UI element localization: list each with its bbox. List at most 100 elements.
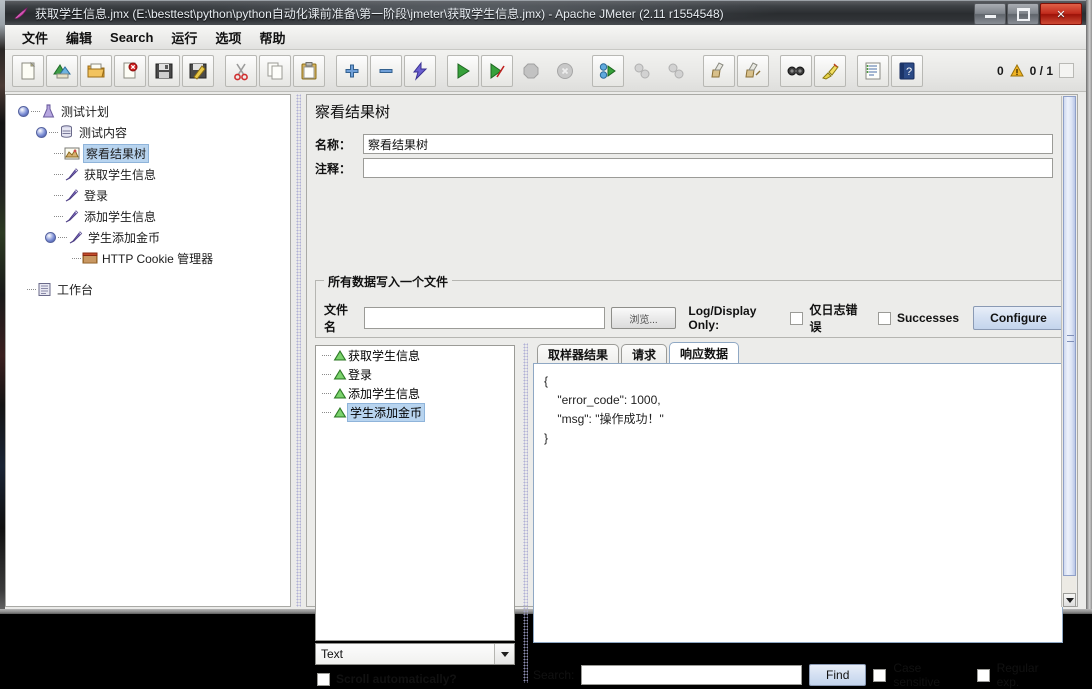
expand-toggle-icon[interactable] [18,106,29,117]
search-input[interactable] [581,665,803,685]
tree-node-label: 测试内容 [79,126,128,140]
tree-node-sampler-4[interactable]: 学生添加金币 [14,227,290,248]
function-helper-icon[interactable] [857,54,889,87]
test-plan-tree-pane[interactable]: 测试计划 测试内容 察看结果树 获取学生信息 登录 添加学生信息 学生添加金币 … [5,94,291,607]
expand-toggle-icon[interactable] [36,127,47,138]
menu-search[interactable]: Search [101,27,162,48]
scroll-automatically-checkbox[interactable] [317,672,330,686]
find-button[interactable]: Find [809,664,867,686]
success-icon [331,366,348,383]
menu-options[interactable]: 选项 [206,25,250,50]
list-item[interactable]: 学生添加金币 [316,403,514,422]
close-icon[interactable] [114,54,146,87]
results-list[interactable]: 获取学生信息 登录 添加学生信息 学生添加金币 [315,345,515,641]
configure-button[interactable]: Configure [973,306,1064,330]
comment-input[interactable] [363,158,1053,178]
warning-triangle-icon[interactable] [1009,64,1024,77]
collapse-icon[interactable] [370,54,402,87]
window-frame-right [1086,0,1092,614]
list-item[interactable]: 添加学生信息 [316,384,514,403]
tree-node-test-plan[interactable]: 测试计划 [14,101,290,122]
tree-node-sampler-3[interactable]: 添加学生信息 [14,206,290,227]
list-item[interactable]: 获取学生信息 [316,346,514,365]
response-data-viewer[interactable]: { "error_code": 1000, "msg": "操作成功！" } [533,363,1063,643]
search-icon[interactable] [780,54,812,87]
tree-node-label: 获取学生信息 [84,168,157,182]
write-all-data-groupbox: 所有数据写入一个文件 文件名 浏览... Log/Display Only: 仅… [315,273,1065,338]
scroll-down-button[interactable] [1063,593,1076,607]
window-controls: ✕ [973,3,1082,25]
tab-sampler-result[interactable]: 取样器结果 [537,344,620,364]
comment-field-row: 注释： [315,157,1057,179]
tab-request[interactable]: 请求 [621,344,668,364]
http-sampler-icon [63,187,80,204]
stop-remote-icon [626,55,658,87]
browse-button[interactable]: 浏览... [610,307,677,329]
menu-run[interactable]: 运行 [162,25,206,50]
case-sensitive-checkbox[interactable] [873,668,887,682]
menu-file[interactable]: 文件 [13,25,57,50]
tree-node-view-results-tree[interactable]: 察看结果树 [14,143,290,164]
name-field-row: 名称： 察看结果树 [315,133,1057,155]
menu-help[interactable]: 帮助 [250,25,294,50]
start-icon[interactable] [447,54,479,87]
errors-only-checkbox[interactable] [790,311,804,325]
chevron-down-icon[interactable] [494,644,514,664]
tree-node-sampler-2[interactable]: 登录 [14,185,290,206]
list-item[interactable]: 登录 [316,365,514,384]
http-sampler-icon [67,229,84,246]
renderer-select[interactable]: Text [315,643,515,665]
expand-toggle-icon[interactable] [45,232,56,243]
list-item-label: 学生添加金币 [346,403,426,422]
new-icon[interactable] [12,54,44,87]
success-icon [331,385,348,402]
name-label: 名称： [315,137,352,152]
scroll-automatically-label: Scroll automatically? [336,672,457,686]
maximize-button[interactable] [1007,3,1039,25]
results-splitter[interactable] [520,343,530,683]
start-no-pauses-icon[interactable] [481,54,513,87]
search-bar: Search: Find Case sensitive Regular exp. [533,661,1063,689]
tree-node-sampler-1[interactable]: 获取学生信息 [14,164,290,185]
filename-row: 文件名 浏览... Log/Display Only: 仅日志错误 Succes… [324,301,1064,335]
minimize-button[interactable] [974,3,1006,25]
close-button[interactable]: ✕ [1040,3,1082,25]
main-splitter[interactable] [293,94,305,607]
tree-node-thread-group[interactable]: 测试内容 [14,122,290,143]
paste-icon[interactable] [293,54,325,87]
filename-input[interactable] [363,307,605,329]
scrollbar-thumb[interactable] [1063,96,1076,576]
open-icon[interactable] [80,54,112,87]
templates-icon[interactable] [46,54,78,87]
scroll-automatically-row[interactable]: Scroll automatically? [317,672,457,686]
help-icon[interactable]: ? [891,54,923,87]
start-remote-icon[interactable] [592,54,624,87]
expand-icon[interactable] [336,54,368,87]
tab-response-data[interactable]: 响应数据 [669,342,740,364]
tree-node-label: 添加学生信息 [84,210,157,224]
http-sampler-icon [63,208,80,225]
toggle-icon[interactable] [404,54,436,87]
shutdown-remote-icon [660,55,692,87]
search-reset-icon[interactable] [814,54,846,87]
name-input[interactable]: 察看结果树 [363,134,1053,154]
clear-icon[interactable] [703,54,735,87]
tree-node-label: 登录 [84,189,109,203]
test-plan-tree: 测试计划 测试内容 察看结果树 获取学生信息 登录 添加学生信息 学生添加金币 … [6,95,290,300]
regex-checkbox[interactable] [976,668,990,682]
title-bar: 获取学生信息.jmx (E:\besttest\python\python自动化… [5,0,1086,26]
cut-icon[interactable] [225,54,257,87]
tree-node-label: HTTP Cookie 管理器 [102,252,214,266]
successes-checkbox[interactable] [877,311,891,325]
tree-node-workbench[interactable]: 工作台 [14,279,290,300]
main-content: 测试计划 测试内容 察看结果树 获取学生信息 登录 添加学生信息 学生添加金币 … [5,92,1086,689]
save-icon[interactable] [148,54,180,87]
warning-count: 0 [996,63,1004,78]
thread-group-icon [58,124,75,141]
clear-all-icon[interactable] [737,54,769,87]
save-as-icon[interactable] [182,54,214,87]
tree-node-cookie-manager[interactable]: HTTP Cookie 管理器 [14,248,290,269]
right-pane-scrollbar[interactable] [1061,96,1076,607]
copy-icon[interactable] [259,54,291,87]
menu-edit[interactable]: 编辑 [57,25,101,50]
